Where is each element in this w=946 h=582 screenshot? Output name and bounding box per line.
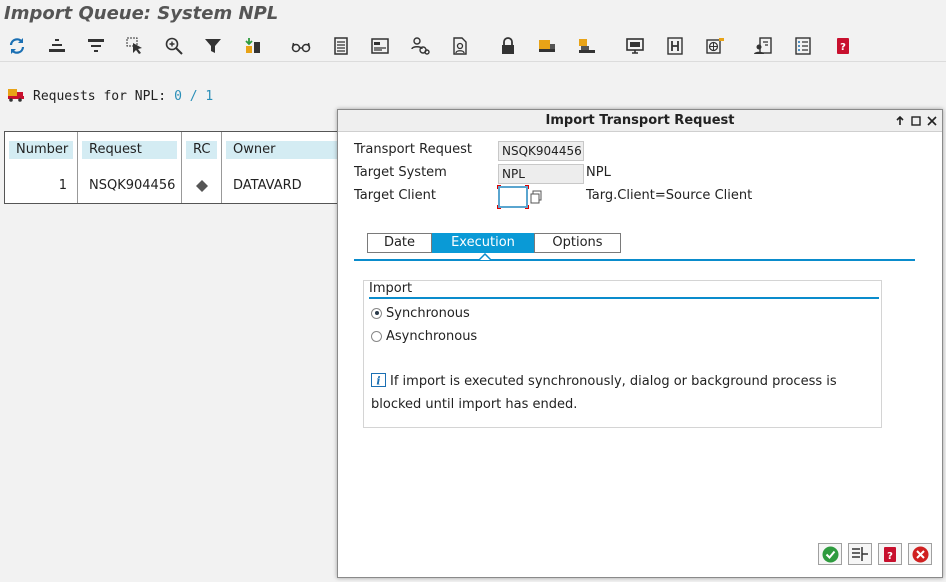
requests-count: 0 / 1 bbox=[174, 88, 214, 104]
radio-asynchronous[interactable]: Asynchronous bbox=[371, 327, 477, 345]
dialog-buttons: ? bbox=[818, 543, 932, 565]
confirm-button[interactable] bbox=[818, 543, 842, 565]
truck-icon[interactable] bbox=[536, 35, 558, 57]
column-header-request[interactable]: Request bbox=[82, 141, 177, 159]
monitor-icon[interactable] bbox=[624, 35, 646, 57]
user-link-icon[interactable] bbox=[409, 35, 431, 57]
tab-caret-icon bbox=[479, 253, 491, 261]
info-text-2: blocked until import has ended. bbox=[371, 397, 578, 412]
details-button[interactable] bbox=[848, 543, 872, 565]
network-icon[interactable] bbox=[704, 35, 726, 57]
confirm-icon bbox=[822, 546, 838, 562]
help-button[interactable]: ? bbox=[878, 543, 902, 565]
target-system-description: NPL bbox=[586, 165, 611, 180]
import-group-title: Import bbox=[369, 281, 879, 299]
import-icon[interactable] bbox=[242, 35, 264, 57]
cancel-icon bbox=[912, 546, 928, 562]
maximize-icon[interactable] bbox=[909, 112, 922, 130]
cell-owner: DATAVARD bbox=[233, 178, 302, 193]
history-icon[interactable] bbox=[664, 35, 686, 57]
transport-request-field: NSQK904456 bbox=[498, 141, 584, 161]
checklist-icon[interactable] bbox=[792, 35, 814, 57]
list-icon[interactable] bbox=[330, 35, 352, 57]
dialog-tabs: Date Execution Options bbox=[367, 233, 621, 253]
table-header: Number Request RC Owner bbox=[5, 132, 343, 168]
close-icon[interactable] bbox=[925, 112, 938, 130]
tab-underline bbox=[354, 259, 915, 261]
column-header-number[interactable]: Number bbox=[9, 141, 73, 159]
import-dialog: Import Transport Request Transport Reque… bbox=[337, 109, 943, 578]
radio-asynchronous-label: Asynchronous bbox=[386, 328, 478, 344]
column-header-rc[interactable]: RC bbox=[186, 141, 217, 159]
collapse-icon[interactable] bbox=[85, 35, 107, 57]
dialog-window-controls bbox=[893, 112, 938, 130]
info-text-line1: i If import is executed synchronously, di… bbox=[371, 373, 837, 391]
radio-unselected-icon[interactable] bbox=[371, 330, 382, 342]
transport-request-label: Transport Request bbox=[354, 142, 472, 157]
page-title: Import Queue: System NPL bbox=[4, 3, 279, 24]
info-icon: i bbox=[371, 373, 386, 387]
refresh-icon[interactable] bbox=[6, 35, 28, 57]
requests-label: Requests for NPL: bbox=[33, 88, 167, 104]
glasses-icon[interactable] bbox=[290, 35, 312, 57]
target-system-label: Target System bbox=[354, 165, 447, 180]
cell-number: 1 bbox=[58, 178, 67, 193]
cell-request: NSQK904456 bbox=[89, 178, 176, 193]
import-group: Import Synchronous Asynchronous i If impo… bbox=[363, 280, 882, 428]
help-book-icon[interactable]: ? bbox=[832, 35, 854, 57]
toolbar: ? bbox=[0, 30, 946, 62]
requests-table: Number Request RC Owner 1 NSQK904456 DAT… bbox=[4, 131, 344, 204]
radio-synchronous-label: Synchronous bbox=[386, 305, 470, 321]
column-header-owner[interactable]: Owner bbox=[226, 141, 341, 159]
help-icon: ? bbox=[884, 546, 896, 562]
radio-synchronous[interactable]: Synchronous bbox=[371, 304, 470, 322]
filter-icon[interactable] bbox=[202, 35, 224, 57]
layout-icon[interactable] bbox=[369, 35, 391, 57]
select-icon[interactable] bbox=[124, 35, 146, 57]
zoom-icon[interactable] bbox=[163, 35, 185, 57]
truck-icon bbox=[8, 87, 25, 106]
svg-text:i: i bbox=[376, 375, 380, 388]
user-settings-icon[interactable] bbox=[752, 35, 774, 57]
tab-date[interactable]: Date bbox=[367, 233, 432, 253]
rc-diamond-icon bbox=[186, 177, 217, 195]
truck-all-icon[interactable] bbox=[576, 35, 598, 57]
arrow-up-icon[interactable] bbox=[893, 112, 906, 130]
expand-icon[interactable] bbox=[46, 35, 68, 57]
svg-text:?: ? bbox=[840, 42, 846, 53]
table-row[interactable]: 1 NSQK904456 DATAVARD bbox=[5, 168, 343, 203]
tab-execution[interactable]: Execution bbox=[432, 233, 534, 253]
details-icon bbox=[852, 547, 868, 561]
lock-icon[interactable] bbox=[497, 35, 519, 57]
document-user-icon[interactable] bbox=[449, 35, 471, 57]
cancel-button[interactable] bbox=[908, 543, 932, 565]
dialog-title-text: Import Transport Request bbox=[545, 113, 735, 128]
tab-options[interactable]: Options bbox=[534, 233, 621, 253]
svg-text:?: ? bbox=[887, 551, 893, 562]
target-client-label: Target Client bbox=[354, 188, 436, 203]
radio-selected-icon[interactable] bbox=[371, 307, 382, 319]
requests-summary: Requests for NPL: 0 / 1 bbox=[8, 87, 213, 105]
target-client-input[interactable] bbox=[497, 185, 529, 209]
target-system-field: NPL bbox=[498, 164, 584, 184]
dialog-title: Import Transport Request bbox=[338, 110, 942, 132]
target-client-note: Targ.Client=Source Client bbox=[586, 188, 753, 203]
value-help-icon[interactable] bbox=[530, 190, 542, 204]
info-text-1: If import is executed synchronously, dia… bbox=[390, 374, 837, 389]
